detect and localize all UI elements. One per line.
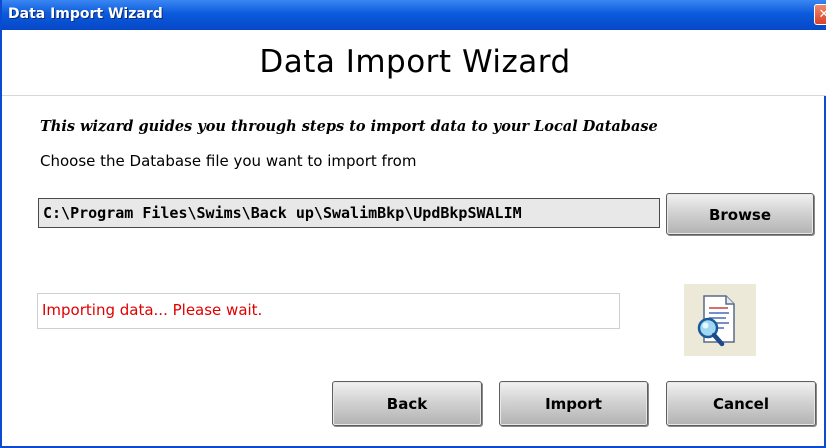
file-prompt: Choose the Database file you want to imp… [40,152,417,170]
browse-button[interactable]: Browse [666,193,814,235]
document-search-icon [697,295,735,347]
status-icon-panel [684,284,756,356]
back-button-label: Back [386,395,428,413]
intro-text: This wizard guides you through steps to … [40,118,658,135]
page-title: Data Import Wizard [259,44,571,80]
title-bar[interactable]: Data Import Wizard ✕ [2,0,826,30]
status-box: Importing data... Please wait. [37,293,620,329]
cancel-button[interactable]: Cancel [666,381,816,426]
window-title: Data Import Wizard [8,6,163,22]
close-icon: ✕ [818,7,826,22]
wizard-window: Data Import Wizard ✕ Data Import Wizard … [0,0,826,448]
back-button[interactable]: Back [332,381,482,426]
import-button-label: Import [545,395,602,413]
file-path-field[interactable]: C:\Program Files\Swims\Back up\SwalimBkp… [38,198,660,228]
close-button[interactable]: ✕ [814,4,826,25]
browse-button-label: Browse [708,206,772,224]
cancel-button-label: Cancel [712,395,769,413]
import-button[interactable]: Import [499,381,648,426]
status-message: Importing data... Please wait. [42,301,263,319]
